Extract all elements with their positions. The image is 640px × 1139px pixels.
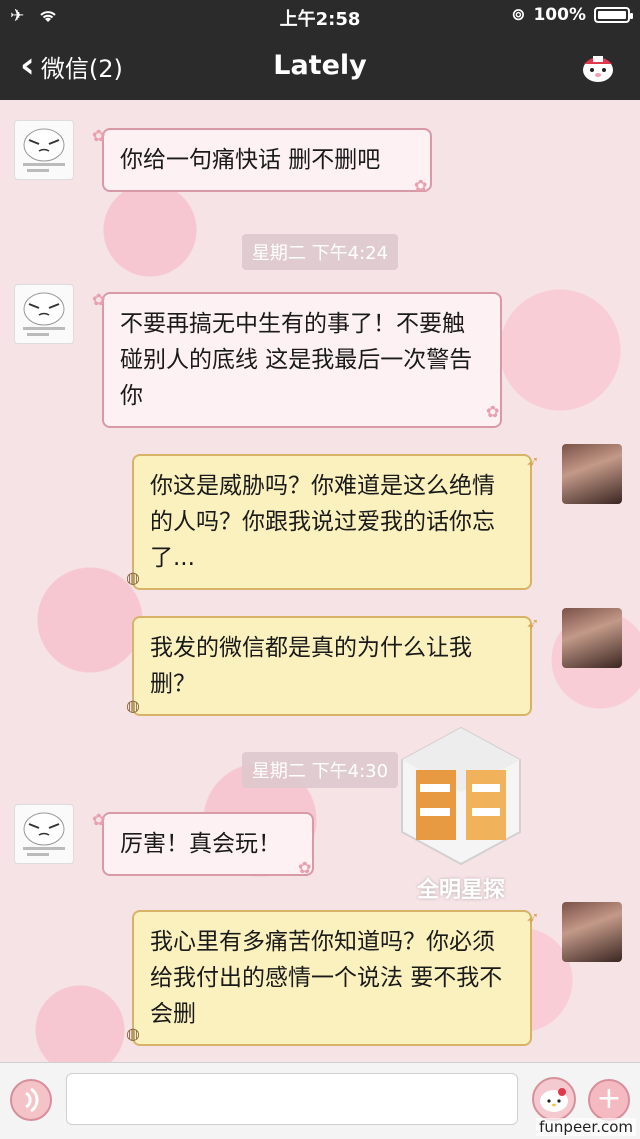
more-button[interactable]: + bbox=[588, 1079, 630, 1121]
flower-icon: ✿ bbox=[92, 810, 106, 829]
emoji-button[interactable] bbox=[532, 1077, 576, 1121]
carrot-icon: ➶ bbox=[526, 452, 540, 471]
status-bar: ✈ 上午2:58 ⊚ 100% bbox=[0, 0, 640, 34]
watermark-text: 全明星探 bbox=[416, 878, 505, 903]
watermark-logo: 全明星探 bbox=[396, 722, 526, 922]
timestamp: 星期二 下午4:24 bbox=[0, 234, 640, 270]
battery-icon bbox=[594, 7, 633, 23]
voice-button[interactable] bbox=[10, 1079, 52, 1121]
nav-bar: ‹ 微信(2) Lately bbox=[0, 40, 640, 96]
contact-avatar[interactable] bbox=[14, 120, 74, 180]
chat-info-icon[interactable] bbox=[578, 48, 618, 88]
chat-area[interactable]: 你给一句痛快话 删不删吧 ✿ ✿ 星期二 下午4:24 不要再搞无中生有的事了！… bbox=[0, 100, 640, 1062]
message-bubble[interactable]: 你给一句痛快话 删不删吧 bbox=[102, 128, 432, 192]
message-bubble[interactable]: 厉害！真会玩！ bbox=[102, 812, 314, 876]
flower-icon: ✿ bbox=[92, 290, 106, 309]
chat-title: Lately bbox=[273, 50, 367, 81]
drum-icon: ◍ bbox=[126, 568, 140, 587]
drum-icon: ◍ bbox=[126, 1024, 140, 1043]
battery-percent: 100% bbox=[533, 5, 586, 25]
flower-icon: ✿ bbox=[486, 402, 500, 421]
plus-icon: + bbox=[596, 1081, 622, 1116]
carrot-icon: ➶ bbox=[526, 908, 540, 927]
flower-icon: ✿ bbox=[298, 858, 312, 877]
contact-avatar[interactable] bbox=[14, 804, 74, 864]
user-avatar[interactable] bbox=[562, 444, 622, 504]
message-bubble[interactable]: 我发的微信都是真的为什么让我删？ bbox=[132, 616, 532, 716]
message-bubble[interactable]: 你这是威胁吗？你难道是这么绝情的人吗？你跟我说过爱我的话你忘了... bbox=[132, 454, 532, 590]
carrot-icon: ➶ bbox=[526, 614, 540, 633]
flower-icon: ✿ bbox=[414, 176, 428, 195]
rotation-lock-icon: ⊚ bbox=[511, 5, 526, 25]
flower-icon: ✿ bbox=[92, 126, 106, 145]
drum-icon: ◍ bbox=[126, 696, 140, 715]
message-bubble[interactable]: 不要再搞无中生有的事了！不要触碰别人的底线 这是我最后一次警告你 bbox=[102, 292, 502, 428]
message-bubble[interactable]: 我心里有多痛苦你知道吗？你必须给我付出的感情一个说法 要不我不会删 bbox=[132, 910, 532, 1046]
site-watermark: funpeer.com bbox=[536, 1118, 636, 1136]
voice-icon bbox=[25, 1087, 39, 1113]
user-avatar[interactable] bbox=[562, 902, 622, 962]
hello-kitty-icon bbox=[540, 1088, 568, 1112]
top-bar: ✈ 上午2:58 ⊚ 100% ‹ 微信(2) Lately bbox=[0, 0, 640, 100]
contact-avatar[interactable] bbox=[14, 284, 74, 344]
message-input[interactable] bbox=[66, 1073, 518, 1125]
timestamp: 星期二 下午4:30 bbox=[0, 752, 640, 788]
user-avatar[interactable] bbox=[562, 608, 622, 668]
